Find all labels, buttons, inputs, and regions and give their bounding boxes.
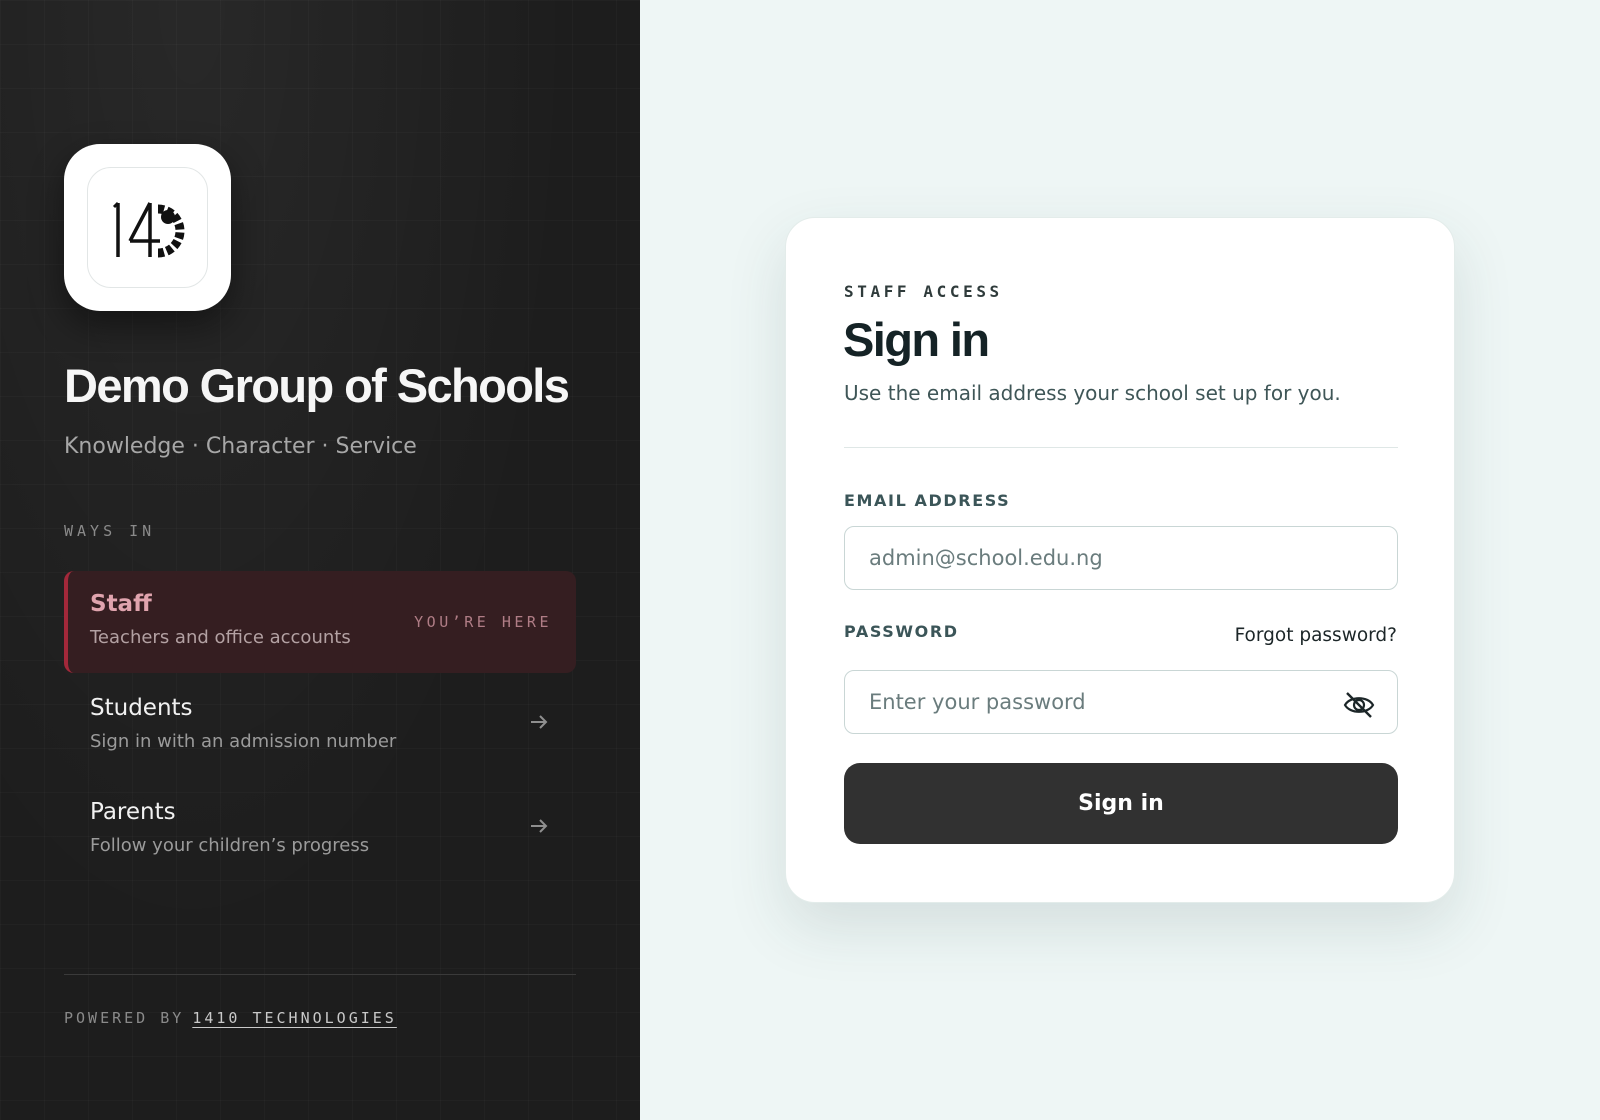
sign-in-card: STAFF ACCESS Sign in Use the email addre… — [785, 217, 1455, 903]
way-in-subtitle: Sign in with an admission number — [90, 731, 397, 752]
way-in-parents[interactable]: Parents Follow your children’s progress — [64, 779, 576, 881]
arrow-right-icon — [531, 819, 548, 833]
ways-in-label: WAYS IN — [64, 522, 156, 540]
way-in-staff[interactable]: Staff Teachers and office accounts YOU’R… — [64, 571, 576, 673]
way-in-title: Parents — [90, 799, 176, 825]
logo-frame — [87, 167, 208, 288]
way-in-title: Staff — [90, 591, 152, 617]
powered-by-label: POWERED BY — [64, 1009, 185, 1027]
way-in-subtitle: Follow your children’s progress — [90, 835, 370, 856]
page-title: Sign in — [843, 313, 990, 366]
form-subtitle: Use the email address your school set up… — [844, 381, 1341, 405]
forgot-password-link[interactable]: Forgot password? — [1235, 625, 1397, 646]
school-motto: Knowledge · Character · Service — [64, 434, 417, 459]
form-kicker: STAFF ACCESS — [844, 282, 1003, 301]
brand-panel: Demo Group of Schools Knowledge · Charac… — [0, 0, 640, 1120]
password-field[interactable] — [844, 670, 1398, 734]
way-in-subtitle: Teachers and office accounts — [90, 627, 351, 648]
school-logo — [64, 144, 231, 311]
arrow-right-icon — [531, 715, 548, 729]
email-label: EMAIL ADDRESS — [844, 491, 1011, 510]
eye-off-icon[interactable] — [1342, 688, 1376, 722]
company-link[interactable]: 1410 TECHNOLOGIES — [192, 1009, 397, 1027]
way-in-students[interactable]: Students Sign in with an admission numbe… — [64, 675, 576, 777]
way-in-title: Students — [90, 695, 193, 721]
email-field[interactable] — [844, 526, 1398, 590]
sign-in-button[interactable]: Sign in — [844, 763, 1398, 844]
password-label: PASSWORD — [844, 622, 959, 641]
form-divider — [844, 447, 1398, 448]
footer-divider — [64, 974, 576, 975]
current-location-badge: YOU’RE HERE — [414, 613, 552, 631]
school-name: Demo Group of Schools — [64, 359, 570, 412]
powered-by: POWERED BY 1410 TECHNOLOGIES — [64, 1009, 397, 1027]
1410-logo-icon — [112, 201, 184, 257]
